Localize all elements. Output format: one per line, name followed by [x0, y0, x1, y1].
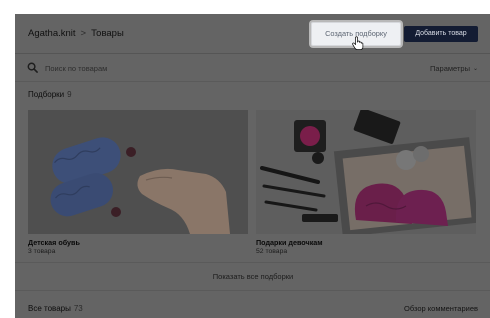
- page-header: Agatha.knit > Товары Создать подборку Доба…: [15, 14, 490, 54]
- divider: [15, 290, 490, 291]
- comments-overview-link[interactable]: Обзор комментариев: [404, 304, 478, 313]
- app-window: Agatha.knit > Товары Создать подборку Доба…: [15, 14, 490, 318]
- show-all-collections-link[interactable]: Показать все подборки: [15, 272, 490, 281]
- search-icon: [27, 62, 38, 73]
- collections-count: 9: [67, 90, 72, 99]
- parameters-label: Параметры: [429, 64, 470, 73]
- divider: [15, 262, 490, 263]
- collection-subtitle-2: 52 товара: [256, 248, 288, 255]
- all-products-count: 73: [73, 304, 83, 313]
- breadcrumb-shop-link[interactable]: Agatha.knit: [28, 28, 76, 39]
- breadcrumb-current: Товары: [91, 28, 124, 39]
- collection-title-1[interactable]: Детская обувь: [28, 238, 80, 247]
- hand-cursor-icon: [352, 36, 364, 50]
- collection-image-gifts-for-girls[interactable]: [256, 110, 476, 234]
- collection-title-2[interactable]: Подарки девочкам: [256, 238, 323, 247]
- collection-subtitle-1: 3 товара: [28, 248, 56, 255]
- add-product-button[interactable]: Добавить товар: [404, 26, 478, 42]
- breadcrumb-separator: >: [80, 28, 87, 39]
- search-input[interactable]: [45, 60, 295, 76]
- collections-heading: Подборки 9: [28, 90, 72, 99]
- all-products-heading: Все товары 73: [28, 304, 83, 313]
- collection-image-baby-shoes[interactable]: [28, 110, 248, 234]
- parameters-dropdown[interactable]: Параметры ⌄: [430, 64, 478, 73]
- collections-title: Подборки: [28, 90, 65, 99]
- search-bar: Параметры⌄: [15, 54, 490, 82]
- all-products-title: Все товары: [28, 304, 71, 313]
- chevron-down-icon: ⌄: [472, 66, 478, 72]
- breadcrumb: Agatha.knit > Товары: [28, 28, 124, 39]
